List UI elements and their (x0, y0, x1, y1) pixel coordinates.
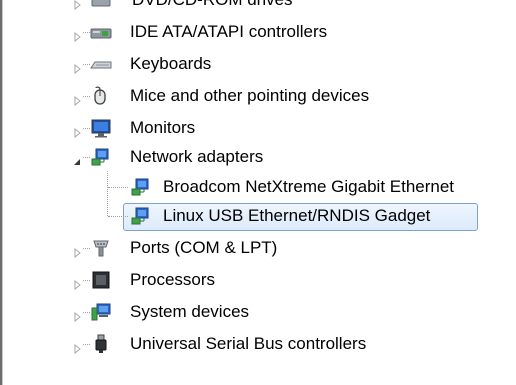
tree-item-system-devices[interactable]: System devices (70, 298, 510, 326)
mouse-icon (90, 86, 112, 106)
tree-item-label: DVD/CD-ROM drives (132, 0, 293, 10)
tree-item-ide-controllers[interactable]: IDE ATA/ATAPI controllers (70, 18, 510, 46)
tree-item-processors[interactable]: Processors (70, 266, 510, 294)
expand-arrow-icon[interactable] (74, 59, 82, 75)
monitor-icon (90, 118, 112, 138)
tree-item-broadcom-adapter[interactable]: Broadcom NetXtreme Gigabit Ethernet (108, 173, 508, 201)
keyboard-icon (90, 54, 112, 74)
tree-connector-line (83, 32, 90, 34)
usb-icon (90, 334, 112, 354)
port-icon (90, 238, 112, 258)
tree-connector-line (83, 157, 90, 159)
processor-icon (90, 270, 112, 290)
tree-item-label: Keyboards (130, 54, 212, 73)
tree-item-label: Linux USB Ethernet/RNDIS Gadget (163, 206, 431, 225)
collapse-arrow-icon[interactable] (73, 153, 81, 165)
tree-connector-line (83, 248, 90, 250)
tree-item-monitors[interactable]: Monitors (70, 114, 510, 142)
expand-arrow-icon[interactable] (74, 307, 82, 323)
expand-arrow-icon[interactable] (74, 339, 82, 355)
tree-item-ports[interactable]: Ports (COM & LPT) (70, 234, 510, 262)
tree-connector-line (83, 128, 90, 130)
expand-arrow-icon[interactable] (74, 275, 82, 291)
tree-connector-line (108, 187, 128, 189)
tree-connector-line (108, 216, 128, 218)
tree-item-dvd-cdrom-drives[interactable]: DVD/CD-ROM drives (70, 0, 293, 14)
tree-connector-line (83, 344, 90, 346)
tree-item-linux-usb-rndis-gadget[interactable]: Linux USB Ethernet/RNDIS Gadget (108, 202, 508, 230)
tree-item-label: IDE ATA/ATAPI controllers (130, 22, 328, 41)
ide-controller-icon (90, 22, 112, 42)
tree-item-label: Universal Serial Bus controllers (130, 334, 367, 353)
tree-item-label: Network adapters (130, 147, 264, 166)
network-adapter-icon (90, 147, 112, 167)
tree-connector-line (83, 96, 90, 98)
tree-item-label: Ports (COM & LPT) (130, 238, 278, 257)
tree-connector-line (83, 64, 90, 66)
tree-item-mice[interactable]: Mice and other pointing devices (70, 82, 510, 110)
network-adapter-icon (130, 177, 152, 197)
expand-arrow-icon[interactable] (74, 91, 82, 107)
tree-connector-line (83, 280, 90, 282)
tree-item-usb-controllers[interactable]: Universal Serial Bus controllers (70, 330, 510, 358)
tree-item-label: Processors (130, 270, 216, 289)
tree-connector-line (83, 312, 90, 314)
expand-arrow-icon[interactable] (74, 0, 82, 11)
tree-item-label: Broadcom NetXtreme Gigabit Ethernet (163, 177, 455, 196)
tree-item-keyboards[interactable]: Keyboards (70, 50, 510, 78)
expand-arrow-icon[interactable] (74, 27, 82, 43)
system-devices-icon (90, 302, 112, 322)
tree-item-network-adapters[interactable]: Network adapters (70, 143, 510, 171)
network-adapter-icon (130, 206, 152, 226)
tree-item-label: Mice and other pointing devices (130, 86, 370, 105)
expand-arrow-icon[interactable] (74, 123, 82, 139)
tree-item-label: System devices (130, 302, 250, 321)
tree-item-label: Monitors (130, 118, 196, 137)
dvd-drive-icon (90, 0, 112, 10)
expand-arrow-icon[interactable] (74, 243, 82, 259)
device-tree[interactable]: DVD/CD-ROM drives IDE ATA/ATAPI controll… (0, 0, 516, 385)
